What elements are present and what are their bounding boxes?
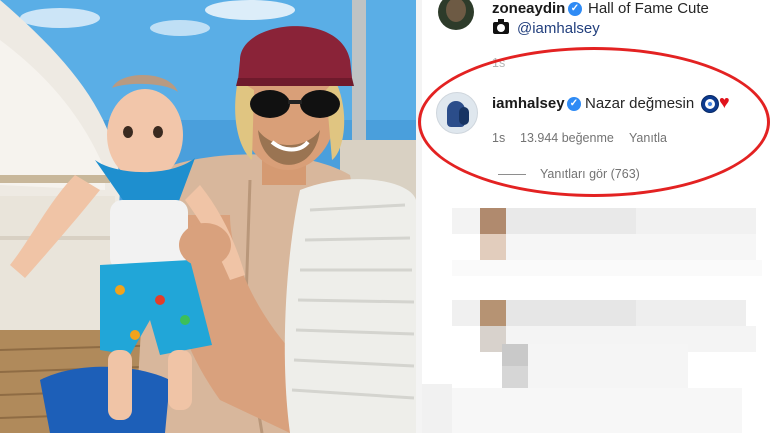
camera-icon bbox=[493, 19, 509, 34]
reply-username[interactable]: iamhalsey bbox=[492, 95, 565, 112]
reply-likes-count[interactable]: 13.944 beğenme bbox=[520, 131, 614, 145]
reply-text: Nazar değmesin bbox=[585, 95, 695, 112]
photo-illustration bbox=[0, 0, 416, 433]
avatar-iamhalsey[interactable] bbox=[436, 92, 478, 134]
reply-button[interactable]: Yanıtla bbox=[629, 131, 667, 145]
post-photo bbox=[0, 0, 416, 433]
nazar-bead-icon bbox=[701, 95, 719, 113]
comment-mention-link[interactable]: @iamhalsey bbox=[517, 20, 600, 37]
verified-badge-icon: ✓ bbox=[567, 97, 581, 111]
verified-badge-icon: ✓ bbox=[568, 2, 582, 16]
comment-time: 1s bbox=[492, 56, 506, 70]
comment-text: Hall of Fame Cute bbox=[588, 0, 709, 17]
comment-username[interactable]: zoneaydin bbox=[492, 0, 565, 17]
red-heart-icon: ♥ bbox=[719, 92, 730, 112]
replies-divider-line bbox=[498, 174, 526, 175]
view-replies-link[interactable]: Yanıtları gör (763) bbox=[540, 167, 640, 181]
reply-time: 1s bbox=[492, 131, 506, 145]
comments-panel: zoneaydin ✓ Hall of Fame Cute @iamhalsey… bbox=[422, 0, 770, 433]
avatar-zoneaydin[interactable] bbox=[438, 0, 474, 30]
